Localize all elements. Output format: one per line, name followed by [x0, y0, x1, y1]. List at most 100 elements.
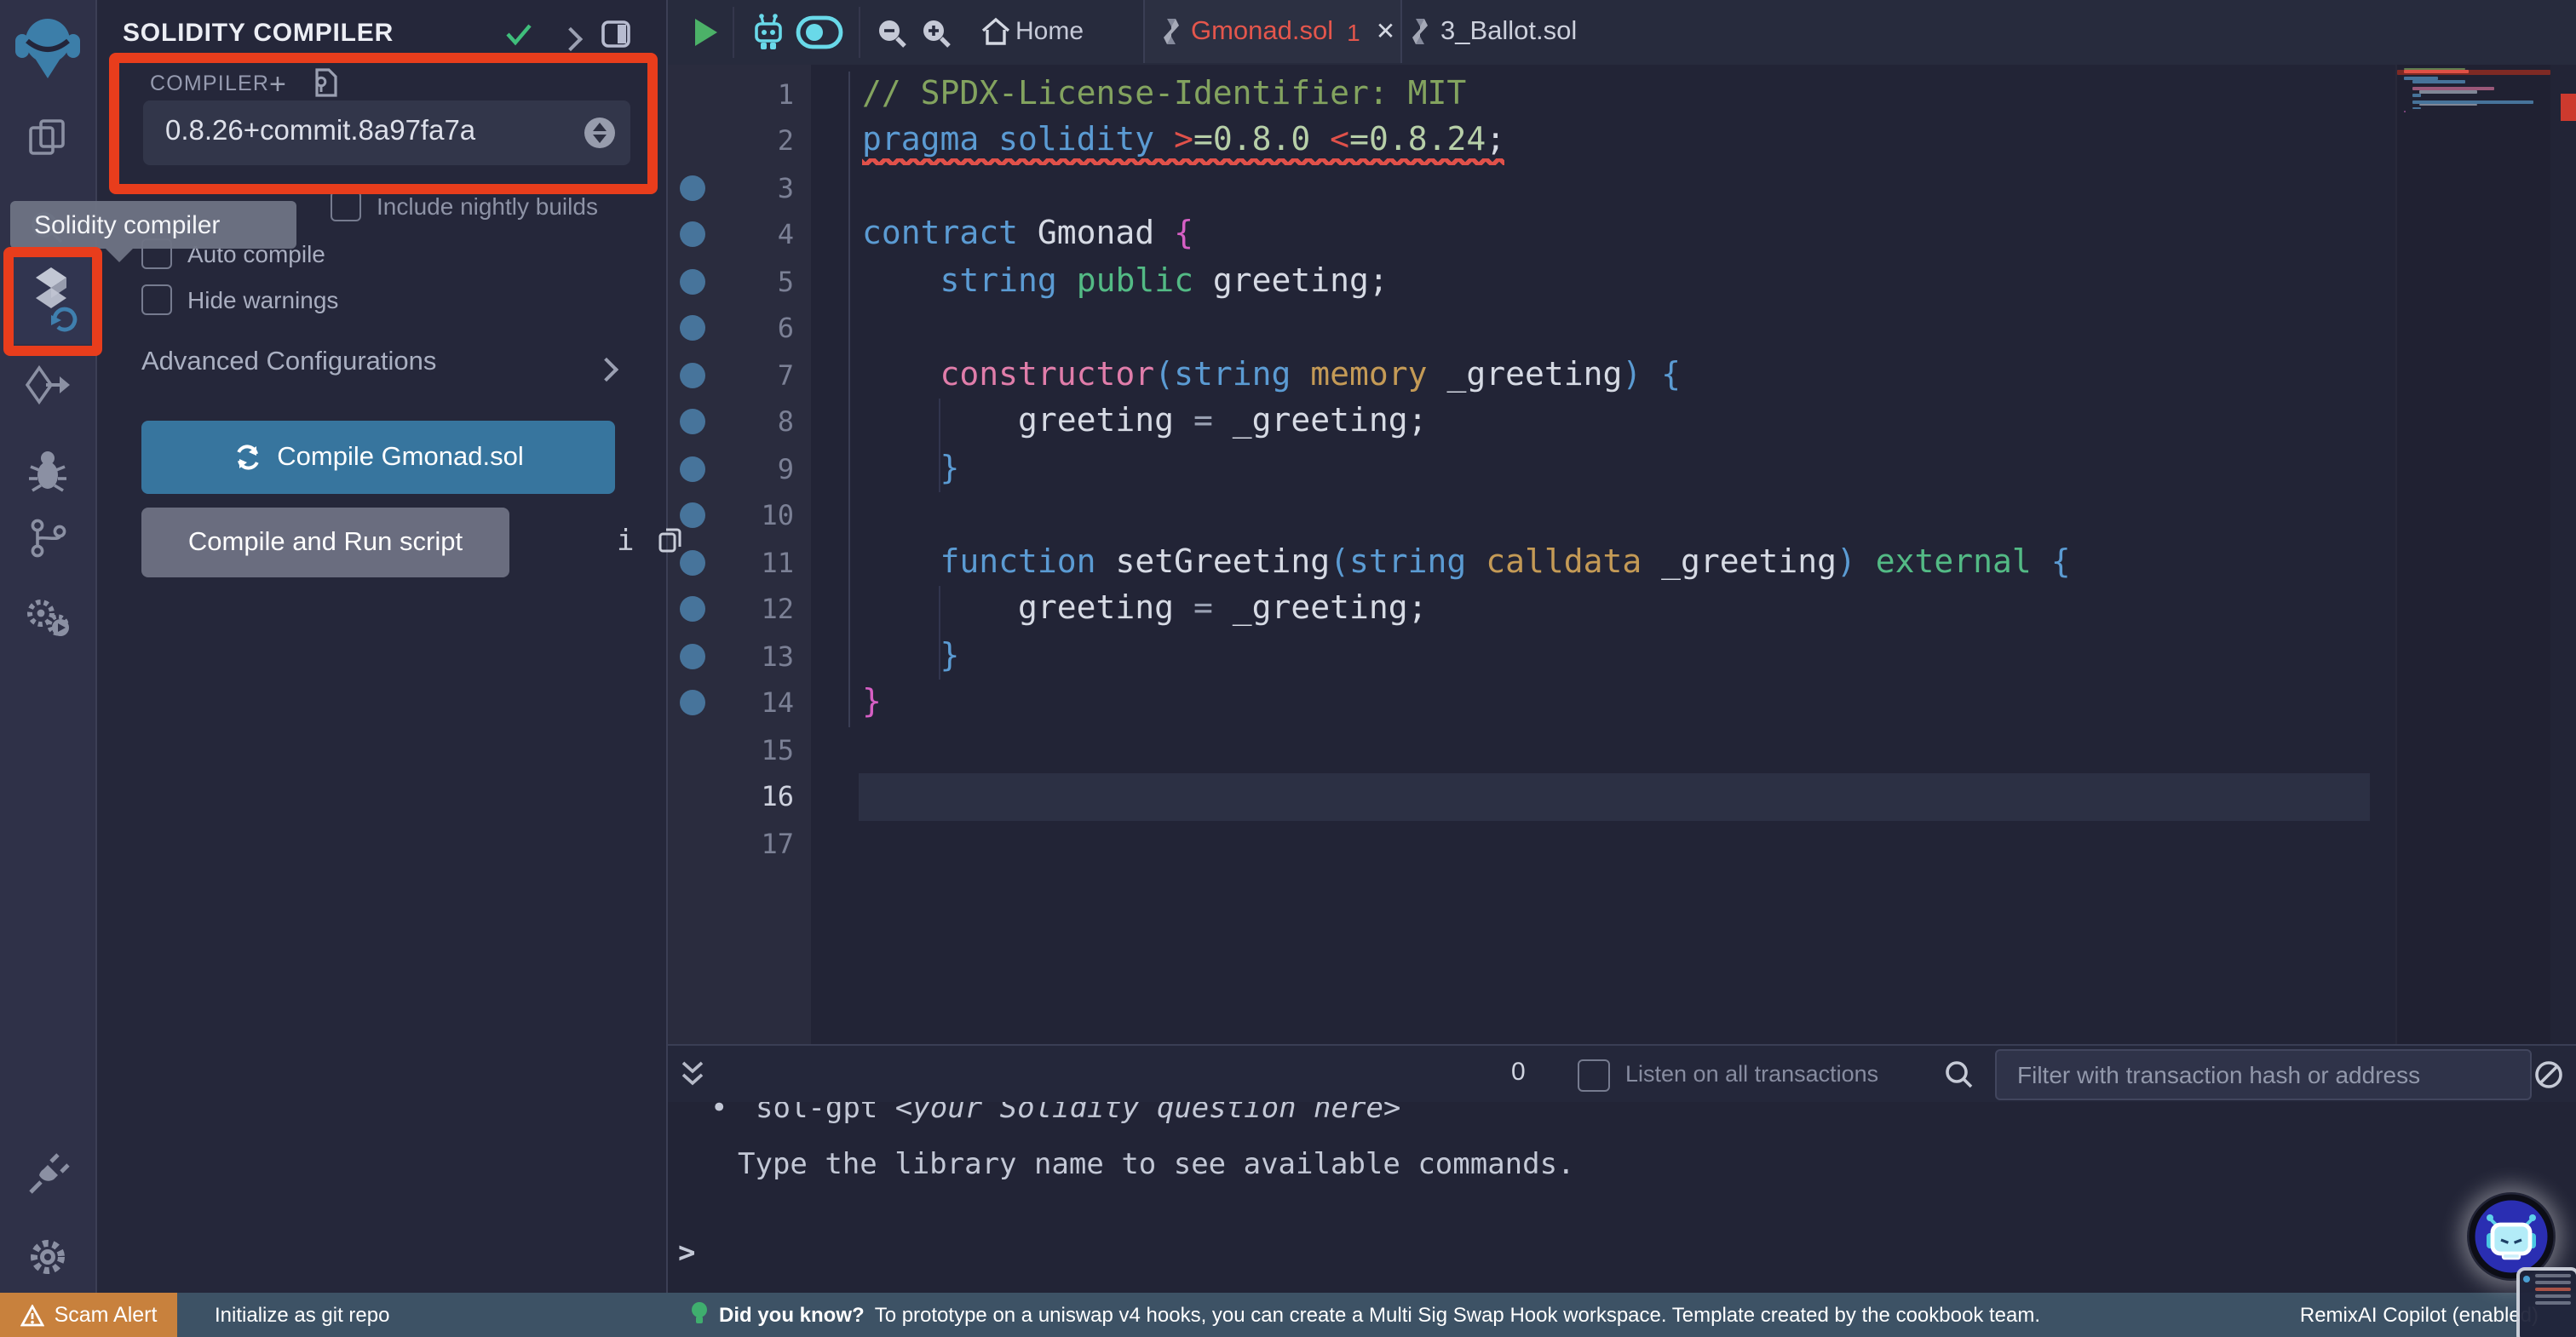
terminal-bullet: •: [710, 1102, 728, 1126]
warning-triangle-icon: [20, 1304, 44, 1326]
advanced-configurations[interactable]: Advanced Configurations: [141, 347, 436, 378]
terminal-output[interactable]: • sol-gpt <your Solidity question here> …: [666, 1102, 2576, 1293]
mini-preview-thumbnail[interactable]: [2516, 1267, 2576, 1337]
compile-button[interactable]: Compile Gmonad.sol: [141, 421, 615, 494]
include-nightly-checkbox[interactable]: [331, 191, 361, 221]
screen: SOLIDITY COMPILER COMPILER + 0.8.26+comm…: [0, 0, 2576, 1337]
deploy-run-icon: [25, 364, 70, 405]
solidity-compiler-tooltip: Solidity compiler: [10, 201, 296, 249]
sidebar-item-debugger[interactable]: [0, 446, 95, 494]
solidity-file-icon: [1412, 19, 1427, 44]
panel-forward-icon[interactable]: [558, 26, 584, 56]
code-line: greeting = _greeting;: [862, 402, 1428, 440]
terminal-bar: 0 Listen on all transactions: [666, 1044, 2576, 1104]
scam-alert-badge[interactable]: Scam Alert: [0, 1293, 177, 1337]
transaction-filter-input[interactable]: [1995, 1049, 2532, 1100]
did-you-know-tip: Did you know? To prototype on a uniswap …: [690, 1301, 2040, 1327]
include-nightly-label: Include nightly builds: [377, 192, 598, 220]
annotation-rect-compiler-version: [109, 53, 658, 194]
line-number: 13: [761, 640, 794, 673]
compile-and-run-button[interactable]: Compile and Run script: [141, 508, 509, 577]
tab-bar: Home Gmonad.sol 1 ✕ 3_Ballot.sol: [666, 0, 2576, 66]
sidebar-item-plugin-manager[interactable]: [0, 1151, 95, 1197]
terminal-line-solgpt-arg: <your Solidity question here>: [894, 1102, 1401, 1126]
activity-bar: [0, 0, 97, 1293]
remix-logo[interactable]: [0, 14, 95, 85]
advanced-expand-icon[interactable]: [594, 356, 619, 387]
tab-ballot[interactable]: 3_Ballot.sol: [1400, 0, 1607, 63]
line-number: 5: [777, 265, 794, 298]
hide-warnings-label: Hide warnings: [187, 286, 339, 313]
scam-alert-label: Scam Alert: [54, 1303, 158, 1327]
line-number: 11: [761, 546, 794, 579]
analyzers-gears-icon: [27, 600, 69, 636]
tab-gmonad-label: Gmonad.sol: [1191, 16, 1334, 45]
code-line: // SPDX-License-Identifier: MIT: [862, 74, 1467, 112]
line-number: 10: [761, 499, 794, 532]
terminal-line-help: Type the library name to see available c…: [738, 1148, 1575, 1182]
remix-logo-icon: [15, 19, 80, 78]
zoom-in-icon[interactable]: [920, 17, 952, 58]
remix-ide: SOLIDITY COMPILER COMPILER + 0.8.26+comm…: [0, 0, 2576, 1337]
solidity-file-icon: [1164, 19, 1179, 44]
code-content[interactable]: // SPDX-License-Identifier: MIT pragma so…: [862, 72, 2071, 868]
tab-close-icon[interactable]: ✕: [1376, 17, 1395, 46]
zoom-out-icon[interactable]: [876, 17, 908, 58]
tab-ballot-label: 3_Ballot.sol: [1440, 16, 1578, 45]
line-number: 15: [761, 733, 794, 766]
copy-icon[interactable]: [658, 526, 683, 562]
status-bar: Scam Alert Initialize as git repo Did yo…: [0, 1293, 2576, 1337]
tooltip-text: Solidity compiler: [34, 210, 221, 239]
tooltip-caret: [106, 249, 133, 262]
line-number: 3: [777, 171, 794, 204]
copilot-toggle-icon[interactable]: [796, 15, 843, 58]
code-line: constructor(string memory _greeting) {: [940, 355, 1681, 393]
tip-title: Did you know?: [719, 1302, 865, 1326]
line-number: 4: [777, 218, 794, 251]
copilot-status: RemixAI Copilot (enabled): [2299, 1303, 2539, 1327]
code-line: string public greeting;: [940, 261, 1389, 300]
compile-status-check-icon: [504, 22, 533, 55]
compile-run-label: Compile and Run script: [187, 527, 463, 556]
line-number: 9: [777, 452, 794, 485]
code-line: greeting = _greeting;: [862, 589, 1428, 628]
error-squiggle: [862, 158, 1504, 164]
listen-transactions-checkbox[interactable]: [1578, 1059, 1610, 1092]
line-number: 7: [777, 359, 794, 392]
main-area: Home Gmonad.sol 1 ✕ 3_Ballot.sol 1 2 3 4…: [666, 0, 2576, 1293]
minimap[interactable]: [2395, 65, 2550, 1044]
terminal-line-solgpt: sol-gpt: [756, 1102, 895, 1126]
tab-modified-badge: 1: [1347, 18, 1360, 45]
sidebar-item-deploy-run[interactable]: [0, 364, 95, 409]
overview-ruler-error-mark: [2561, 93, 2576, 120]
file-explorer-icon: [29, 119, 65, 155]
code-line: }: [862, 683, 882, 721]
code-editor[interactable]: 1 2 3 4 5 6 7 8 9 10 11 12 13 14 15 16 17 // SPDX-Licens…: [666, 65, 2576, 1044]
sidebar-item-git[interactable]: [0, 516, 95, 560]
lightbulb-icon: [692, 1302, 707, 1323]
collapse-terminal-icon[interactable]: [680, 1059, 705, 1099]
terminal-search-icon[interactable]: [1944, 1059, 1975, 1099]
tab-home[interactable]: Home: [1015, 17, 1084, 46]
run-script-button[interactable]: [695, 19, 717, 46]
clear-console-icon[interactable]: [2533, 1059, 2564, 1099]
line-number: 8: [777, 405, 794, 439]
tab-gmonad[interactable]: Gmonad.sol 1 ✕: [1143, 0, 1402, 63]
init-git-repo-button[interactable]: Initialize as git repo: [215, 1303, 389, 1327]
info-icon[interactable]: i: [617, 525, 635, 559]
home-icon[interactable]: [980, 15, 1012, 56]
transaction-count-badge: 0: [1511, 1058, 1526, 1087]
sidebar-item-settings[interactable]: [0, 1235, 95, 1279]
line-number: 14: [761, 686, 794, 720]
pin-panel-icon[interactable]: [601, 20, 630, 56]
annotation-rect-compiler-icon: [3, 247, 102, 356]
sidebar-item-file-explorer[interactable]: [0, 114, 95, 162]
remixai-robot-icon[interactable]: [750, 12, 787, 61]
hide-warnings-checkbox[interactable]: [141, 284, 172, 315]
code-line: contract Gmonad {: [862, 215, 1193, 253]
sidebar-item-solidity-analyzers[interactable]: [0, 596, 95, 640]
